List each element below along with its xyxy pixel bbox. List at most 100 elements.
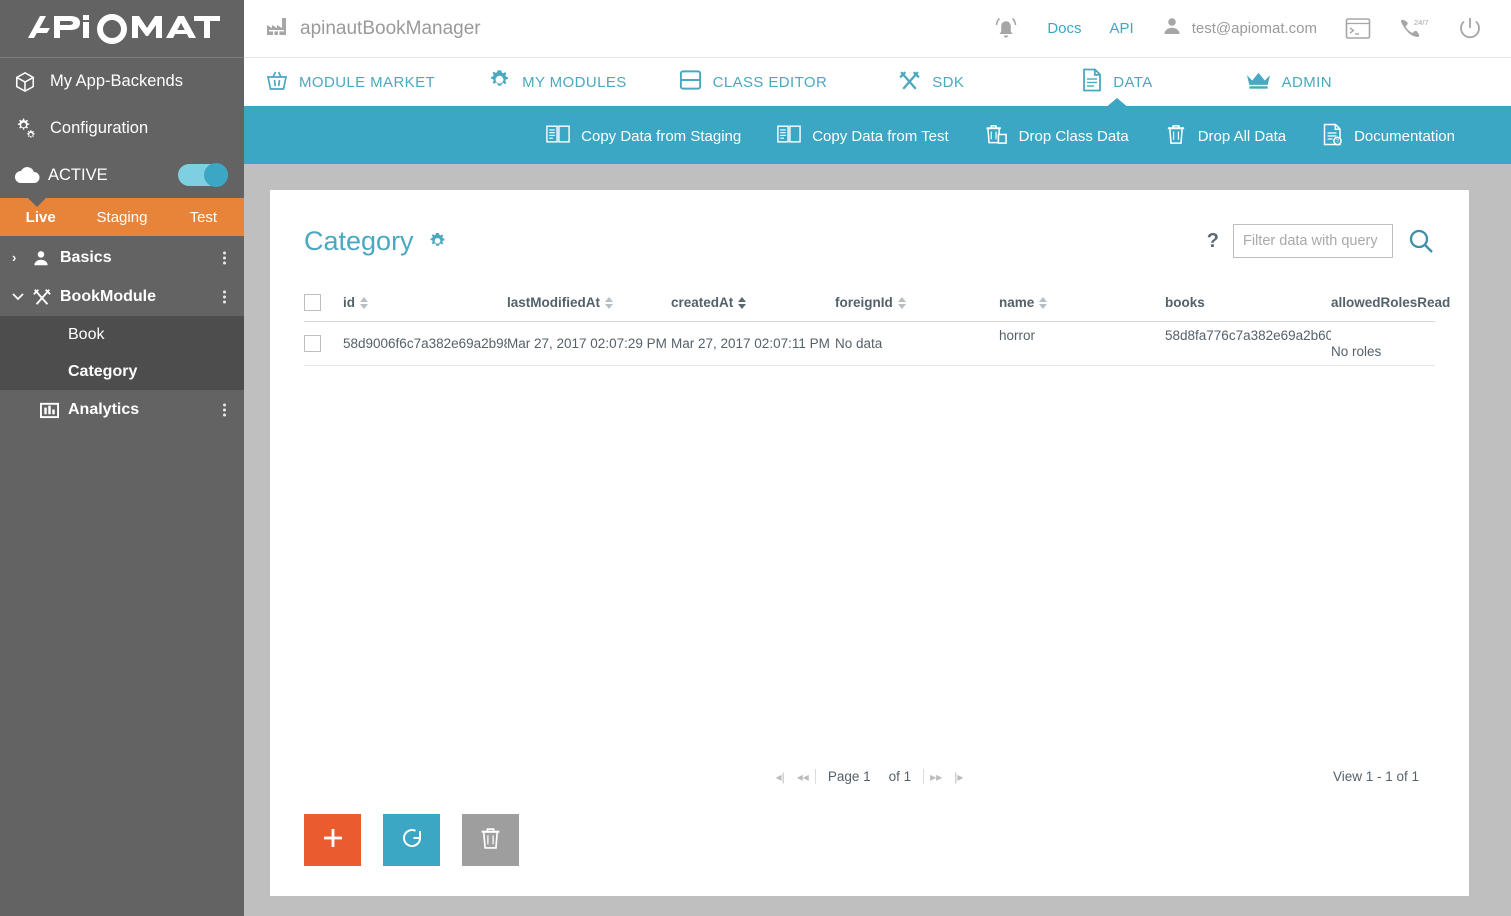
power-icon[interactable] — [1443, 16, 1497, 42]
tree-child-category[interactable]: Category — [0, 353, 244, 390]
person-icon — [32, 249, 60, 267]
prev-page-button[interactable]: ◂◂ — [791, 770, 815, 784]
copy-data-icon — [777, 124, 801, 149]
data-table: id lastModifiedAt createdAt foreignId na… — [304, 294, 1450, 366]
svg-text:24/7: 24/7 — [1414, 18, 1429, 27]
tab-module-market[interactable]: MODULE MARKET — [266, 57, 435, 107]
user-email: test@apiomat.com — [1191, 20, 1317, 37]
page-background: Category ? Filter data with query id las… — [244, 164, 1511, 916]
cell-foreignid: No data — [835, 336, 883, 351]
filter-input[interactable] — [1233, 224, 1393, 258]
trash-icon — [479, 826, 502, 855]
tab-caret — [1104, 98, 1131, 109]
drop-class-data-button[interactable]: Drop Class Data — [967, 123, 1147, 149]
person-icon — [1162, 16, 1182, 41]
chevron-down-icon[interactable] — [12, 292, 32, 301]
user-account[interactable]: test@apiomat.com — [1148, 16, 1331, 41]
cell-createdat: Mar 27, 2017 02:07:11 PM — [671, 336, 830, 351]
tab-class-editor[interactable]: CLASS EDITOR — [679, 57, 828, 107]
select-all-cell — [304, 294, 343, 311]
page-indicator: Page 1 of 1 — [814, 769, 925, 784]
top-bar-right: Docs API test@apiomat.com 24/7 — [979, 15, 1497, 43]
drop-all-data-button[interactable]: Drop All Data — [1147, 123, 1304, 149]
sort-icon[interactable] — [897, 296, 906, 309]
cell-id: 58d9006f6c7a382e69a2b98 — [343, 336, 507, 351]
gear-icon[interactable] — [428, 232, 447, 251]
sidebar-item-my-app-backends[interactable]: My App-Backends — [0, 58, 244, 105]
env-tab-test[interactable]: Test — [163, 209, 244, 226]
cell-lastmodifiedat: Mar 27, 2017 02:07:29 PM — [507, 336, 667, 351]
top-bar: apinautBookManager Docs API test@apiomat… — [244, 0, 1511, 58]
page-label: Page 1 — [827, 769, 871, 784]
tree-item-analytics[interactable]: Analytics — [0, 390, 244, 429]
tools-icon — [32, 287, 60, 307]
app-root: My App-Backends Configuration ACTIVE Liv… — [0, 0, 1511, 916]
cell-books: 58d8fa776c7a382e69a2b60 — [1165, 328, 1331, 343]
terminal-icon[interactable] — [1331, 17, 1385, 40]
col-label: createdAt — [671, 295, 734, 310]
tree-child-book[interactable]: Book — [0, 316, 244, 353]
tab-label: DATA — [1113, 73, 1153, 91]
sort-icon[interactable] — [605, 296, 613, 309]
env-tab-live[interactable]: Live — [0, 209, 81, 226]
trash-class-icon — [985, 123, 1008, 149]
data-action-bar: Copy Data from Staging Copy Data from Te… — [244, 108, 1511, 164]
apiomat-logo[interactable] — [0, 0, 244, 58]
page-title: Category — [304, 225, 414, 256]
first-page-button[interactable]: ◂| — [770, 770, 791, 784]
table-row[interactable]: 58d9006f6c7a382e69a2b98 Mar 27, 2017 02:… — [304, 322, 1435, 366]
tree-item-menu-icon[interactable] — [223, 290, 226, 303]
apiomat-logo-icon — [27, 13, 220, 44]
sidebar-item-configuration[interactable]: Configuration — [0, 105, 244, 152]
documentation-button[interactable]: ? Documentation — [1304, 123, 1473, 150]
bar-chart-icon — [40, 400, 68, 419]
bell-icon[interactable] — [979, 15, 1033, 43]
col-label: name — [999, 295, 1035, 310]
col-header-lastmodifiedat[interactable]: lastModifiedAt — [507, 295, 671, 310]
tree-item-label: Basics — [60, 248, 112, 266]
tab-label: SDK — [932, 73, 965, 91]
next-page-button[interactable]: ▸▸ — [924, 770, 948, 784]
cell-allowedrolesread: No roles — [1331, 344, 1382, 359]
gears-icon — [14, 117, 48, 141]
last-page-button[interactable]: |▸ — [948, 770, 969, 784]
chevron-right-icon[interactable]: › — [12, 250, 32, 265]
tab-sdk[interactable]: SDK — [898, 57, 964, 107]
tree-item-basics[interactable]: › Basics — [0, 238, 244, 277]
copy-data-icon — [546, 124, 570, 149]
tree-item-menu-icon[interactable] — [223, 403, 226, 416]
app-title[interactable]: apinautBookManager — [266, 16, 481, 42]
page-total-label: of 1 — [888, 769, 912, 784]
phone-24-7-icon[interactable]: 24/7 — [1385, 17, 1443, 40]
help-icon[interactable]: ? — [1207, 230, 1219, 253]
col-header-createdat[interactable]: createdAt — [671, 295, 835, 310]
tree-item-label: Analytics — [68, 400, 140, 418]
row-checkbox[interactable] — [304, 335, 321, 352]
tree-item-menu-icon[interactable] — [223, 251, 226, 264]
tab-data[interactable]: DATA — [1082, 57, 1153, 109]
col-header-foreignid[interactable]: foreignId — [835, 295, 999, 310]
docs-link[interactable]: Docs — [1033, 20, 1095, 37]
col-header-books[interactable]: books — [1165, 295, 1331, 310]
sort-icon[interactable] — [738, 296, 747, 309]
sort-icon[interactable] — [1039, 296, 1048, 309]
app-title-text: apinautBookManager — [300, 17, 481, 39]
active-toggle[interactable] — [178, 163, 228, 187]
env-tab-staging[interactable]: Staging — [81, 209, 162, 226]
copy-data-from-staging-button[interactable]: Copy Data from Staging — [528, 124, 759, 149]
delete-button[interactable] — [462, 814, 519, 866]
search-icon[interactable] — [1407, 227, 1435, 255]
sort-icon[interactable] — [360, 296, 368, 309]
tree-item-bookmodule[interactable]: BookModule — [0, 277, 244, 316]
col-header-id[interactable]: id — [343, 295, 507, 310]
col-header-allowedrolesread[interactable]: allowedRolesRead — [1331, 295, 1501, 310]
select-all-checkbox[interactable] — [304, 294, 321, 311]
copy-data-from-test-button[interactable]: Copy Data from Test — [759, 124, 966, 149]
col-label: lastModifiedAt — [507, 295, 600, 310]
col-header-name[interactable]: name — [999, 295, 1165, 310]
refresh-button[interactable] — [383, 814, 440, 866]
add-row-button[interactable] — [304, 814, 361, 866]
tab-my-modules[interactable]: MY MODULES — [488, 57, 627, 107]
api-link[interactable]: API — [1096, 20, 1148, 37]
tab-admin[interactable]: ADMIN — [1246, 57, 1332, 107]
